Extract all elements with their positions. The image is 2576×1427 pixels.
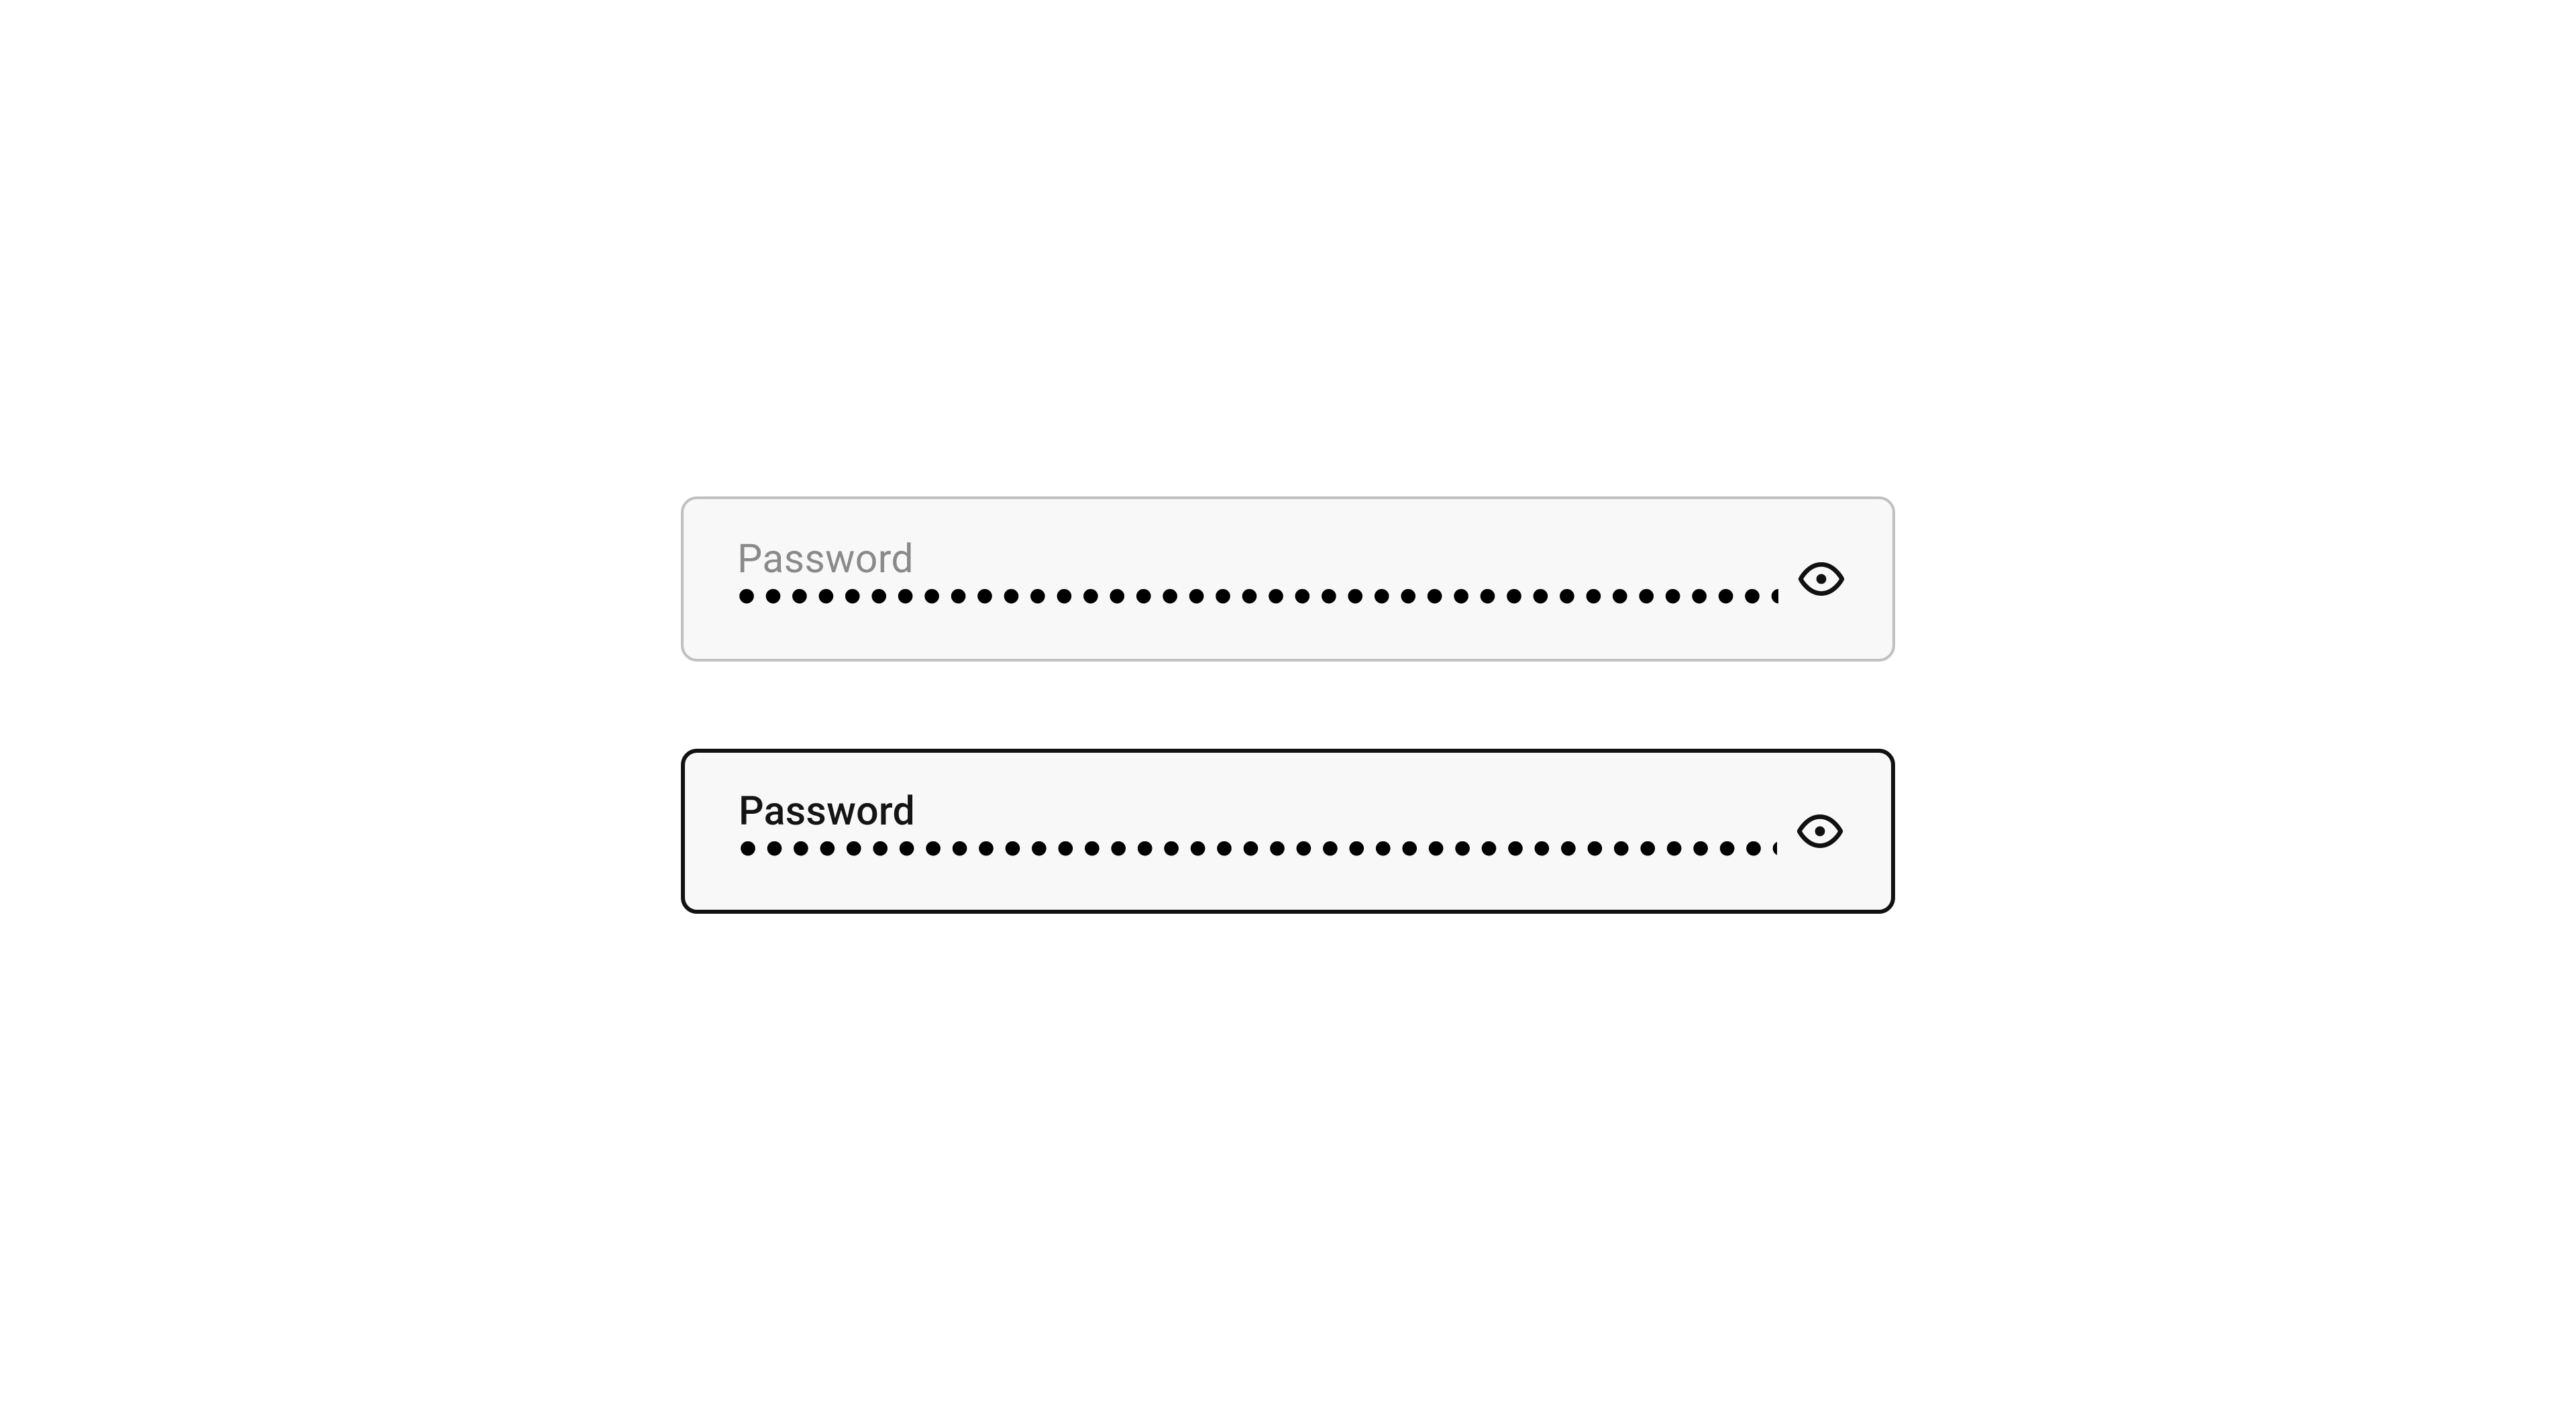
password-field-inactive[interactable]: Password •••••••••••••••••••••••••••••••…	[681, 496, 1895, 662]
password-masked-value: ••••••••••••••••••••••••••••••••••••••••…	[739, 843, 1777, 853]
password-label: Password	[737, 538, 1778, 582]
password-field-active-wrapper: Password •••••••••••••••••••••••••••••••…	[681, 749, 1895, 914]
password-masked-row: ••••••••••••••••••••••••••••••••••••••••…	[737, 589, 1778, 619]
toggle-visibility-button[interactable]	[1793, 804, 1847, 858]
eye-icon	[1796, 554, 1846, 604]
password-masked-row: ••••••••••••••••••••••••••••••••••••••••…	[739, 841, 1777, 871]
password-field-active[interactable]: Password •••••••••••••••••••••••••••••••…	[681, 749, 1895, 914]
password-label: Password	[739, 790, 1777, 834]
password-masked-value: ••••••••••••••••••••••••••••••••••••••••…	[737, 590, 1778, 601]
eye-icon	[1795, 806, 1845, 856]
toggle-visibility-button[interactable]	[1794, 552, 1848, 606]
form-canvas: Password •••••••••••••••••••••••••••••••…	[0, 0, 2576, 1427]
password-field-inactive-wrapper: Password •••••••••••••••••••••••••••••••…	[681, 496, 1895, 662]
